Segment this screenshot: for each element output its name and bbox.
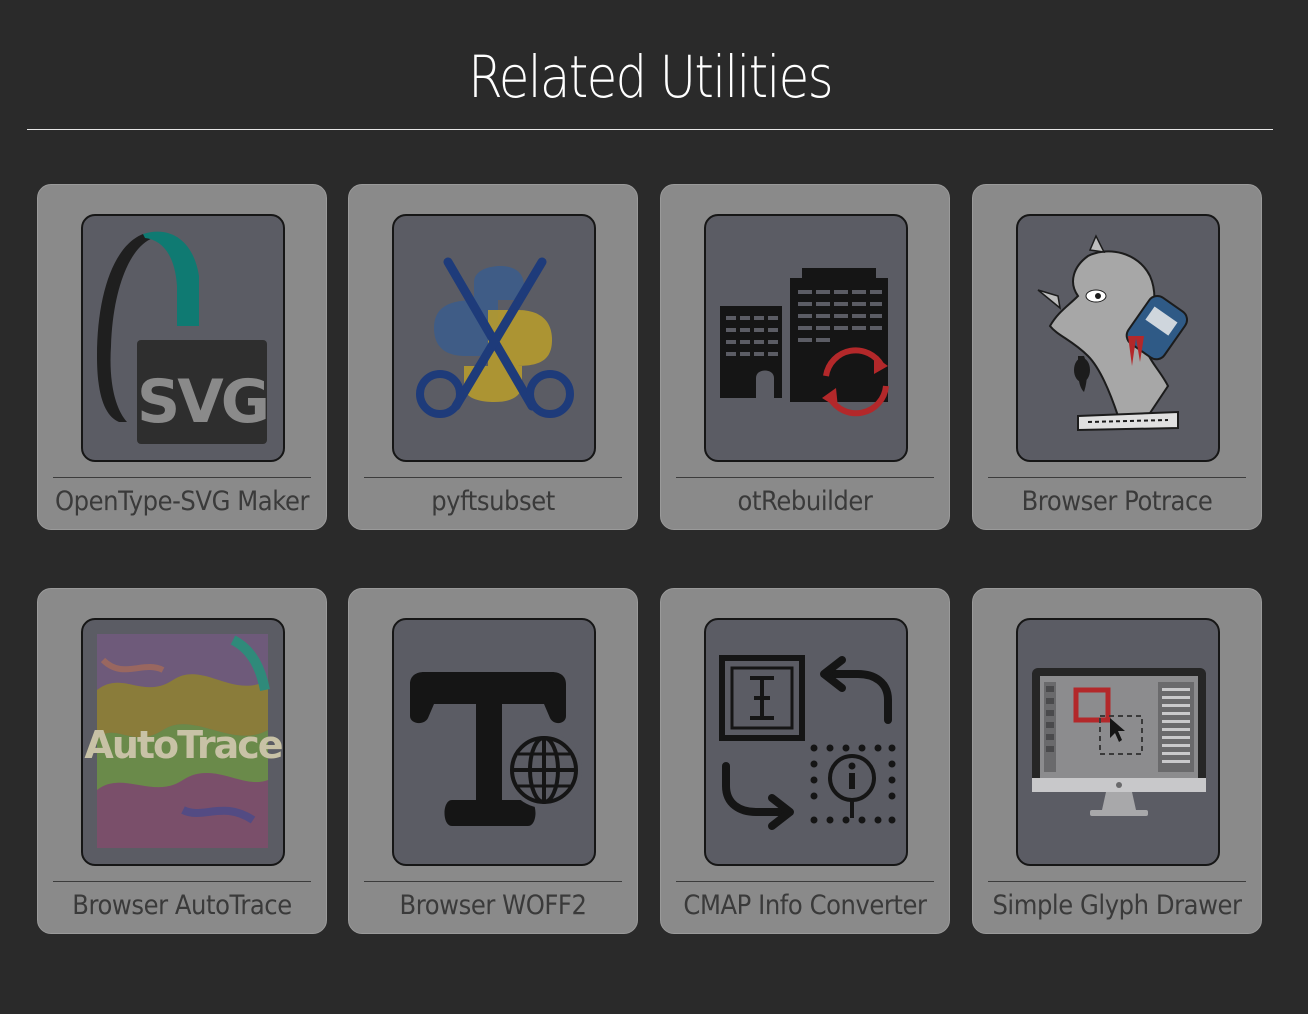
utility-label[interactable]: pyftsubset <box>363 483 622 521</box>
utility-label[interactable]: OpenType-SVG Maker <box>52 483 311 521</box>
card-divider <box>988 881 1246 882</box>
svg-logo-icon: SVG <box>97 231 270 444</box>
card-divider <box>53 477 311 478</box>
utility-card-opentype-svg-maker[interactable]: SVG OpenType-SVG Maker <box>37 184 327 530</box>
buildings-rebuild-icon <box>720 268 889 417</box>
utility-thumbnail[interactable] <box>1016 214 1220 462</box>
utility-card-otrebuilder[interactable]: otRebuilder <box>660 184 950 530</box>
card-divider <box>676 477 934 478</box>
utility-card-simple-glyph-drawer[interactable]: Simple Glyph Drawer <box>972 588 1262 934</box>
cmap-convert-icon <box>719 655 896 830</box>
utility-label[interactable]: Browser WOFF2 <box>363 887 622 925</box>
utility-label[interactable]: Simple Glyph Drawer <box>987 887 1246 925</box>
card-divider <box>53 881 311 882</box>
card-divider <box>676 881 934 882</box>
utility-thumbnail[interactable] <box>704 214 908 462</box>
utility-thumbnail[interactable]: AutoTrace <box>81 618 285 866</box>
utility-label[interactable]: otRebuilder <box>675 483 934 521</box>
utility-card-pyftsubset[interactable]: pyftsubset <box>348 184 638 530</box>
card-divider <box>364 477 622 478</box>
related-utilities-page: Related Utilities SVG OpenType-SVG Maker <box>0 0 1308 1014</box>
utility-card-browser-potrace[interactable]: Browser Potrace <box>972 184 1262 530</box>
utility-label[interactable]: Browser AutoTrace <box>52 887 311 925</box>
utility-card-browser-autotrace[interactable]: AutoTrace Browser AutoTrace <box>37 588 327 934</box>
title-divider <box>27 129 1273 130</box>
python-scissors-icon <box>416 257 574 418</box>
svg-text:AutoTrace: AutoTrace <box>84 723 281 767</box>
page-title: Related Utilities <box>468 43 834 111</box>
utility-card-cmap-info-converter[interactable]: CMAP Info Converter <box>660 588 950 934</box>
svg-text:SVG: SVG <box>137 367 267 437</box>
autotrace-marble-icon: AutoTrace <box>84 634 282 848</box>
utility-label[interactable]: Browser Potrace <box>987 483 1246 521</box>
utility-thumbnail[interactable]: SVG <box>81 214 285 462</box>
utility-thumbnail[interactable] <box>392 618 596 866</box>
utility-label[interactable]: CMAP Info Converter <box>675 887 934 925</box>
card-divider <box>364 881 622 882</box>
utility-thumbnail[interactable] <box>392 214 596 462</box>
utility-thumbnail[interactable] <box>1016 618 1220 866</box>
monitor-drawing-icon <box>1032 668 1206 816</box>
card-divider <box>988 477 1246 478</box>
utility-card-browser-woff2[interactable]: Browser WOFF2 <box>348 588 638 934</box>
potrace-bird-icon <box>1037 234 1189 432</box>
utility-thumbnail[interactable] <box>704 618 908 866</box>
type-globe-icon <box>410 672 582 826</box>
